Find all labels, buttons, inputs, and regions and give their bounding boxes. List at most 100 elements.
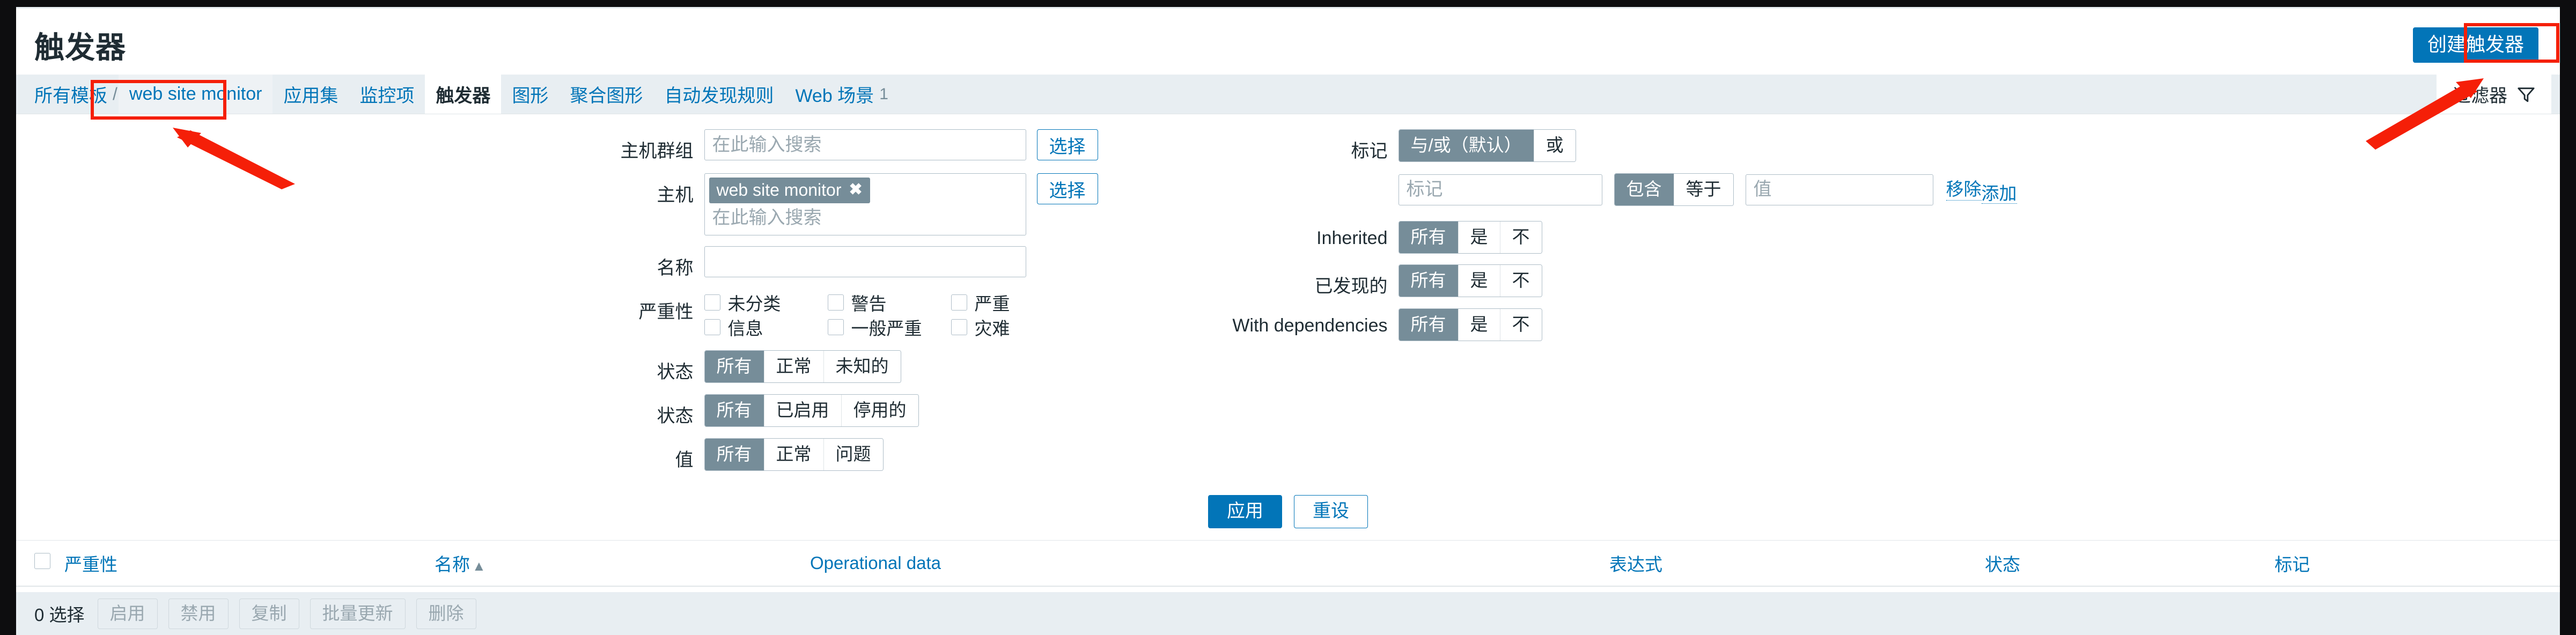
tag-operator-contains[interactable]: 包含 [1614,174,1674,205]
state-option-unknown[interactable]: 未知的 [823,351,901,382]
sort-ascending-icon: ▲ [472,558,486,574]
severity-label-4: 一般严重 [851,319,922,338]
filter-tab[interactable]: 过滤器 [2437,75,2551,114]
field-status: 状态 所有 已启用 停用的 [602,394,1098,427]
hosts-input[interactable] [709,205,1021,233]
with-dependencies-option-yes[interactable]: 是 [1458,309,1500,341]
funnel-icon [2517,85,2535,104]
status-option-all[interactable]: 所有 [704,395,764,426]
breadcrumb-tab-bar: 所有模板 / web site monitor 应用集 监控项 触发器 图形 聚… [16,75,2560,114]
tag-remove-link[interactable]: 移除 [1946,179,1982,201]
checkbox-icon[interactable] [951,294,967,311]
hosts-multiselect[interactable]: web site monitor ✖ [704,173,1026,235]
checkbox-icon[interactable] [827,319,844,335]
inherited-option-no[interactable]: 不 [1500,221,1542,253]
hosts-select-button[interactable]: 选择 [1036,173,1098,204]
severity-label-1: 警告 [851,294,887,314]
create-trigger-button[interactable]: 创建触发器 [2412,27,2538,63]
field-value: 值 所有 正常 问题 [602,438,1098,471]
discovered-segmented-control: 所有 是 不 [1398,264,1542,297]
tab-graphs[interactable]: 图形 [501,75,559,114]
field-name: 名称 [602,246,1098,279]
with-dependencies-label: With dependencies [1232,315,1388,336]
filter-panel: 主机群组 选择 主机 web site monitor ✖ [16,114,2560,541]
hosts-label: 主机 [657,185,694,205]
state-option-all[interactable]: 所有 [704,351,764,382]
inherited-option-all[interactable]: 所有 [1399,221,1459,253]
filter-column-left: 主机群组 选择 主机 web site monitor ✖ [602,129,1098,482]
disable-button[interactable]: 禁用 [168,598,229,629]
tags-evaltype-andor[interactable]: 与/或（默认） [1399,130,1534,161]
severity-label-3: 信息 [727,319,763,338]
severity-option-information[interactable]: 信息 [704,315,828,339]
discovered-option-no[interactable]: 不 [1500,265,1542,297]
value-label: 值 [675,450,694,470]
severity-option-high[interactable]: 严重 [951,290,1074,315]
zabbix-app-window: 触发器 创建触发器 所有模板 / web site monitor 应用集 监控… [16,7,2560,635]
breadcrumb-separator: / [113,84,117,104]
severity-option-warning[interactable]: 警告 [827,290,951,315]
severity-option-average[interactable]: 一般严重 [827,315,951,339]
close-icon[interactable]: ✖ [849,182,862,198]
status-option-disabled[interactable]: 停用的 [841,395,918,426]
column-tags: 标记 [2275,541,2560,587]
host-groups-label: 主机群组 [620,141,694,161]
tab-applications[interactable]: 应用集 [273,75,349,114]
severity-label-2: 严重 [974,294,1010,314]
discovered-option-yes[interactable]: 是 [1458,265,1500,297]
name-input[interactable] [704,246,1026,277]
tab-triggers[interactable]: 触发器 [425,75,502,114]
reset-button[interactable]: 重设 [1294,495,1368,528]
discovered-option-all[interactable]: 所有 [1399,265,1459,297]
mass-update-button[interactable]: 批量更新 [310,598,406,629]
enable-button[interactable]: 启用 [97,598,158,629]
selected-count-label: 0 选择 [34,605,85,625]
state-option-normal[interactable]: 正常 [764,351,824,382]
tab-screens[interactable]: 聚合图形 [559,75,653,114]
tab-discovery-rules[interactable]: 自动发现规则 [653,75,784,114]
host-groups-input[interactable] [704,129,1026,160]
checkbox-icon[interactable] [951,319,967,335]
table-footer-toolbar: 0 选择 启用 禁用 复制 批量更新 删除 [16,592,2560,635]
tab-web-scenarios[interactable]: Web 场景 1 [784,75,899,114]
field-tags-evaltype: 标记 与/或（默认） 或 [1162,129,2017,163]
value-option-problem[interactable]: 问题 [823,439,883,470]
with-dependencies-option-no[interactable]: 不 [1500,309,1542,341]
breadcrumb-all-templates[interactable]: 所有模板 [34,75,112,114]
filter-tab-label: 过滤器 [2453,86,2507,106]
inherited-option-yes[interactable]: 是 [1458,221,1500,253]
tags-evaltype-or[interactable]: 或 [1534,130,1576,161]
select-all-checkbox-icon[interactable] [34,553,50,569]
value-option-all[interactable]: 所有 [704,439,764,470]
host-chip[interactable]: web site monitor ✖ [709,178,870,203]
tag-operator-equals[interactable]: 等于 [1674,174,1733,205]
delete-button[interactable]: 删除 [416,598,476,629]
checkbox-icon[interactable] [704,319,720,335]
copy-button[interactable]: 复制 [239,598,299,629]
severity-option-disaster[interactable]: 灾难 [951,315,1074,339]
field-host-groups: 主机群组 选择 [602,129,1098,163]
tab-items[interactable]: 监控项 [349,75,425,114]
field-with-dependencies: With dependencies 所有 是 不 [1162,308,2017,341]
severity-option-not-classified[interactable]: 未分类 [704,290,828,315]
breadcrumb-template-name[interactable]: web site monitor [118,75,273,114]
checkbox-icon[interactable] [704,294,720,311]
status-option-enabled[interactable]: 已启用 [764,395,842,426]
tab-web-scenarios-label: Web 场景 [795,86,874,106]
tag-value-input[interactable] [1745,174,1933,205]
header-actions: 创建触发器 [2412,21,2538,63]
tag-name-input[interactable] [1398,174,1602,205]
name-label: 名称 [657,258,694,278]
column-status[interactable]: 状态 [1985,541,2275,587]
table-header-row: 严重性 名称 ▲ Operational data 表达式 状态 标记 [16,541,2560,587]
host-groups-select-button[interactable]: 选择 [1036,129,1098,160]
checkbox-icon[interactable] [827,294,844,311]
with-dependencies-option-all[interactable]: 所有 [1399,309,1459,341]
apply-button[interactable]: 应用 [1208,495,1282,528]
field-discovered: 已发现的 所有 是 不 [1162,264,2017,298]
tag-add-link[interactable]: 添加 [1981,183,2017,204]
filter-columns: 主机群组 选择 主机 web site monitor ✖ [16,129,2560,482]
column-severity[interactable]: 严重性 [64,541,435,587]
column-name[interactable]: 名称 ▲ [435,541,810,587]
value-option-ok[interactable]: 正常 [764,439,824,470]
